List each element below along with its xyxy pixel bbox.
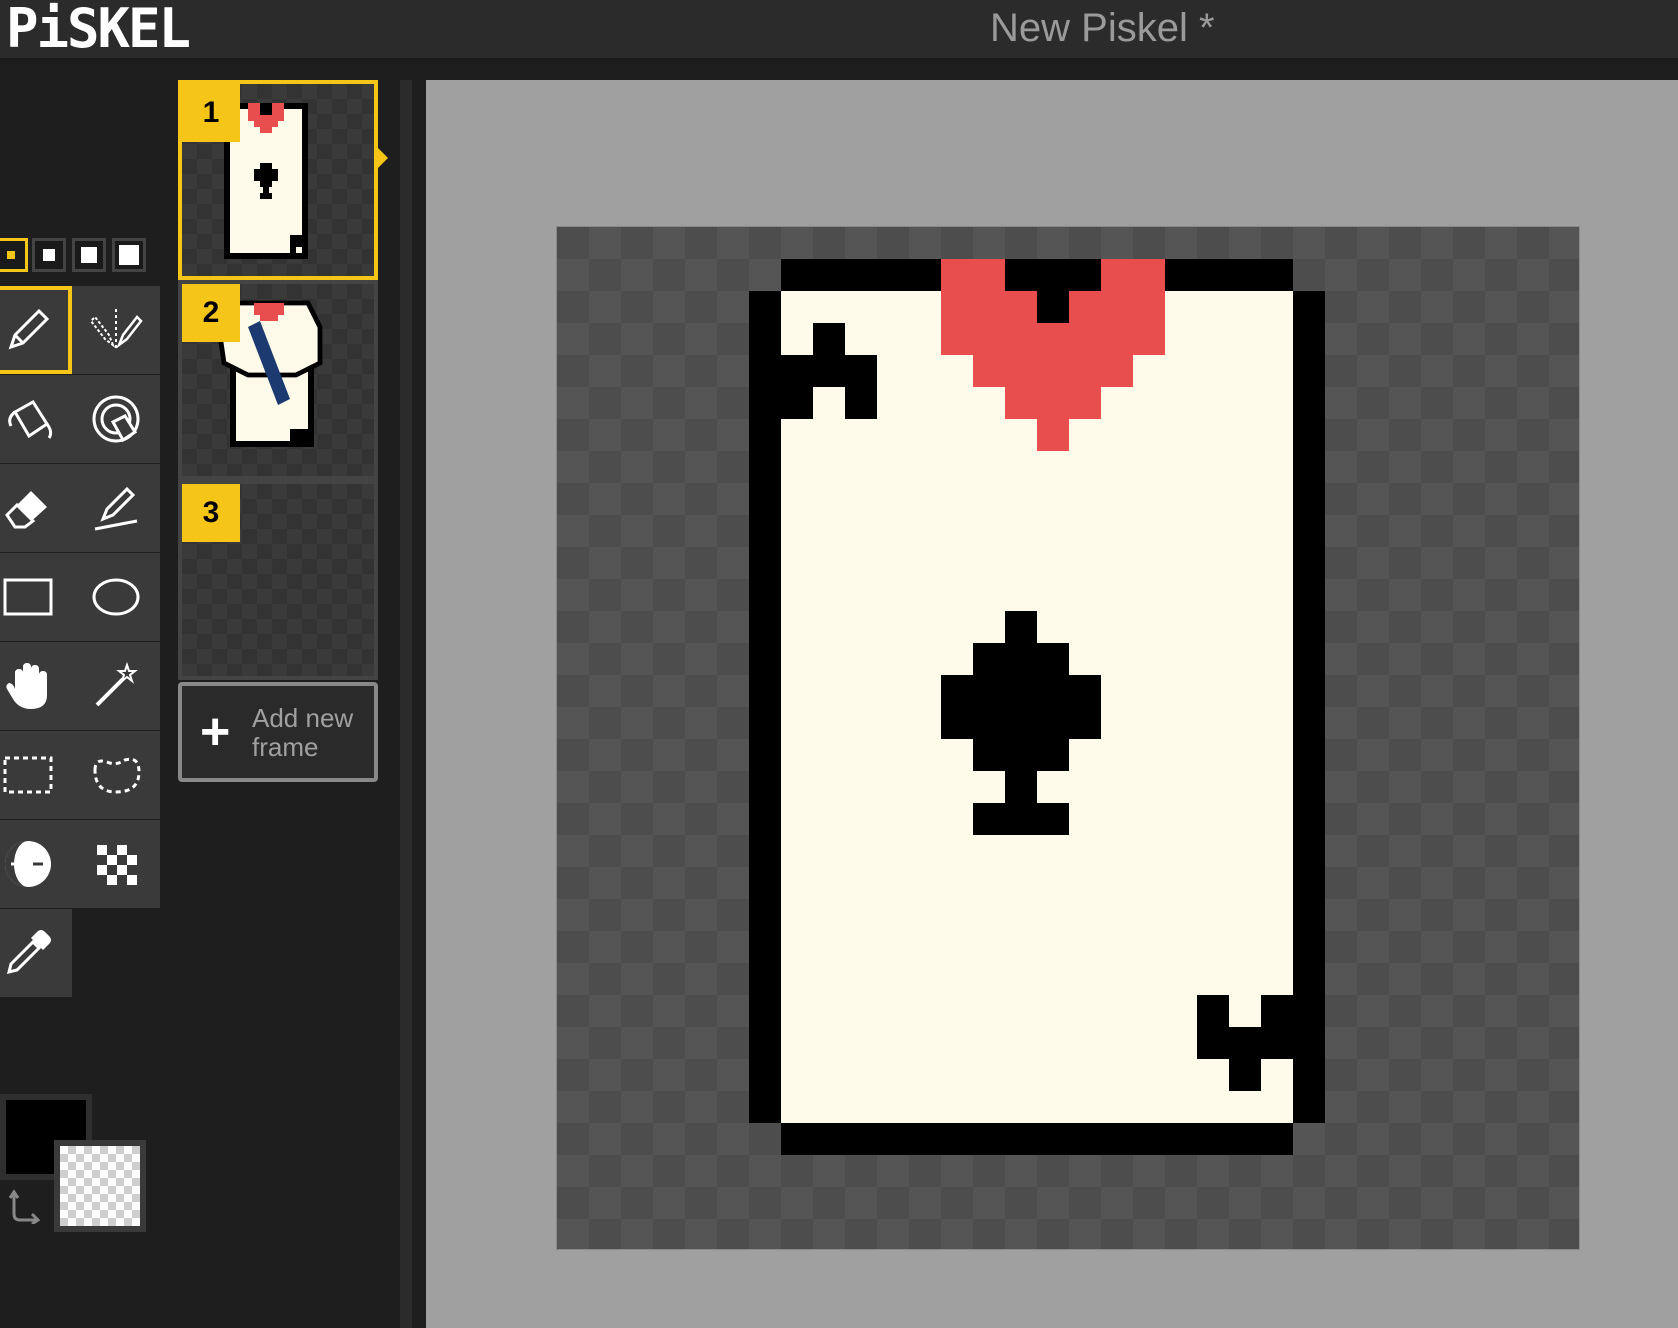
header: PiSKEL New Piskel * bbox=[0, 0, 1678, 62]
drawing-canvas[interactable] bbox=[556, 226, 1580, 1250]
eraser-icon bbox=[5, 491, 47, 529]
piskel-logo[interactable]: PiSKEL bbox=[6, 0, 191, 58]
frame-tile[interactable]: 1 bbox=[178, 80, 378, 280]
paint-bucket-tool[interactable] bbox=[0, 375, 72, 463]
paint-all-same-color-tool[interactable] bbox=[72, 375, 160, 463]
pen-size-1[interactable] bbox=[0, 238, 28, 272]
frame-number: 2 bbox=[182, 284, 240, 342]
shape-selection-tool[interactable] bbox=[72, 642, 160, 730]
vertical-mirror-pen-icon bbox=[89, 309, 143, 351]
pen-icon bbox=[8, 308, 50, 350]
add-frame-label: Add new frame bbox=[252, 703, 354, 762]
circle-icon bbox=[92, 578, 140, 616]
document-title[interactable]: New Piskel * bbox=[990, 6, 1215, 51]
stroke-icon bbox=[94, 486, 138, 531]
color-picker-tool[interactable] bbox=[0, 909, 72, 997]
canvas-area bbox=[426, 80, 1678, 1328]
paint-bucket-icon bbox=[8, 400, 53, 439]
frame-tile[interactable]: 2 bbox=[178, 280, 378, 480]
pen-tool[interactable] bbox=[0, 286, 72, 374]
vertical-mirror-pen-tool[interactable] bbox=[72, 286, 160, 374]
rectangle-selection-icon bbox=[3, 756, 53, 794]
frame-tile[interactable]: 3 bbox=[178, 480, 378, 680]
lighten-darken-icon bbox=[5, 841, 51, 887]
rectangle-selection-tool[interactable] bbox=[0, 731, 72, 819]
color-picker-icon bbox=[6, 930, 51, 975]
selected-frame-arrow-icon bbox=[376, 146, 388, 170]
rectangle-tool[interactable] bbox=[0, 553, 72, 641]
paint-all-same-color-icon bbox=[92, 395, 140, 443]
move-tool[interactable] bbox=[0, 642, 72, 730]
card-artwork bbox=[749, 259, 1325, 1155]
pen-size-3[interactable] bbox=[72, 238, 106, 272]
pen-size-4[interactable] bbox=[112, 238, 146, 272]
stroke-tool[interactable] bbox=[72, 464, 160, 552]
rectangle-icon bbox=[3, 578, 53, 616]
move-hand-icon bbox=[6, 663, 48, 709]
lasso-selection-tool[interactable] bbox=[72, 731, 160, 819]
plus-icon: + bbox=[200, 703, 231, 761]
pen-size-2[interactable] bbox=[32, 238, 66, 272]
circle-tool[interactable] bbox=[72, 553, 160, 641]
dithering-icon bbox=[97, 845, 137, 885]
tools-panel bbox=[0, 62, 170, 1328]
eraser-tool[interactable] bbox=[0, 464, 72, 552]
secondary-color-swatch[interactable] bbox=[54, 1140, 146, 1232]
panel-divider[interactable] bbox=[400, 80, 412, 1328]
add-frame-button[interactable]: + Add new frame bbox=[178, 682, 378, 782]
dithering-tool[interactable] bbox=[72, 820, 160, 908]
frames-panel: 1 2 3 + Add new frame bbox=[170, 62, 400, 1328]
lasso-selection-icon bbox=[93, 757, 141, 794]
swap-colors-icon[interactable] bbox=[8, 1188, 42, 1224]
lighten-darken-tool[interactable] bbox=[0, 820, 72, 908]
frame-number: 1 bbox=[182, 84, 240, 142]
frame-number: 3 bbox=[182, 484, 240, 542]
shape-selection-wand-icon bbox=[95, 661, 138, 707]
